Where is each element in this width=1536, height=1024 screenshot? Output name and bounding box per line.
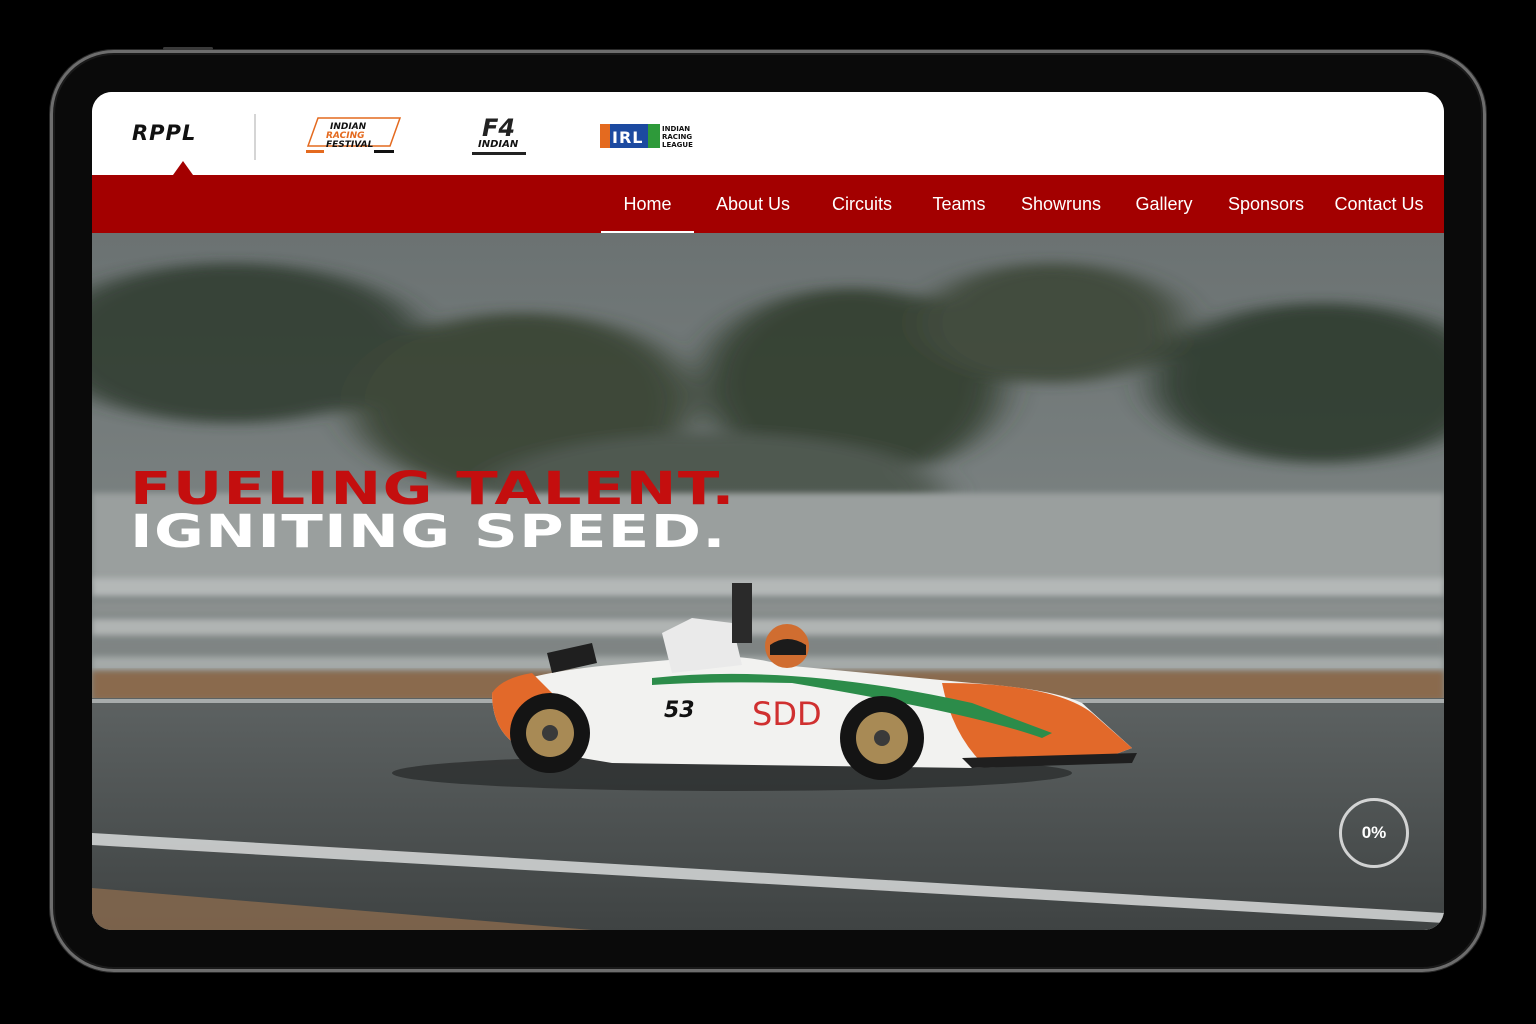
- svg-text:FESTIVAL: FESTIVAL: [326, 140, 374, 150]
- logo-divider: [254, 114, 256, 160]
- headline-line-2: IGNITING SPEED.: [130, 505, 727, 558]
- svg-text:F4: F4: [482, 114, 515, 142]
- nav-about-us[interactable]: About Us: [708, 175, 798, 233]
- nav-gallery[interactable]: Gallery: [1131, 175, 1197, 233]
- nav-teams[interactable]: Teams: [925, 175, 993, 233]
- car-number: 53: [664, 698, 695, 723]
- nav-sponsors[interactable]: Sponsors: [1222, 175, 1310, 233]
- hero-banner: 53 SDD FUELING TALENT. IGNITING SPEED. 0…: [92, 233, 1444, 930]
- svg-text:RACING: RACING: [662, 133, 692, 141]
- headline-line-1: FUELING TALENT.: [130, 462, 736, 515]
- tablet-side-button: [163, 47, 213, 50]
- indian-racing-league-logo[interactable]: IRL INDIAN RACING LEAGUE: [598, 122, 698, 152]
- svg-text:INDIAN: INDIAN: [662, 125, 690, 133]
- main-nav: Home About Us Circuits Teams Showruns Ga…: [92, 175, 1444, 233]
- svg-text:RPPL: RPPL: [132, 122, 196, 144]
- rppl-logo[interactable]: RPPL: [132, 122, 230, 144]
- nav-circuits[interactable]: Circuits: [823, 175, 901, 233]
- indian-racing-festival-logo[interactable]: INDIAN RACING FESTIVAL: [304, 116, 404, 158]
- screen: RPPL INDIAN RACING FESTIVAL F4 INDIAN IR…: [92, 92, 1444, 930]
- nav-home[interactable]: Home: [601, 175, 694, 233]
- scroll-progress-indicator[interactable]: 0%: [1339, 798, 1409, 868]
- nav-contact-us[interactable]: Contact Us: [1332, 175, 1426, 233]
- logo-bar: RPPL INDIAN RACING FESTIVAL F4 INDIAN IR…: [92, 92, 1444, 175]
- svg-text:IRL: IRL: [612, 128, 643, 147]
- svg-text:INDIAN: INDIAN: [478, 139, 519, 150]
- hero-background-image: 53 SDD: [92, 233, 1444, 930]
- svg-text:LEAGUE: LEAGUE: [662, 141, 693, 149]
- active-logo-pointer: [173, 161, 193, 175]
- car-sponsor: SDD: [752, 695, 822, 733]
- hero-headline: FUELING TALENT. IGNITING SPEED.: [130, 462, 736, 558]
- f4-indian-logo[interactable]: F4 INDIAN: [470, 114, 540, 160]
- nav-showruns[interactable]: Showruns: [1016, 175, 1106, 233]
